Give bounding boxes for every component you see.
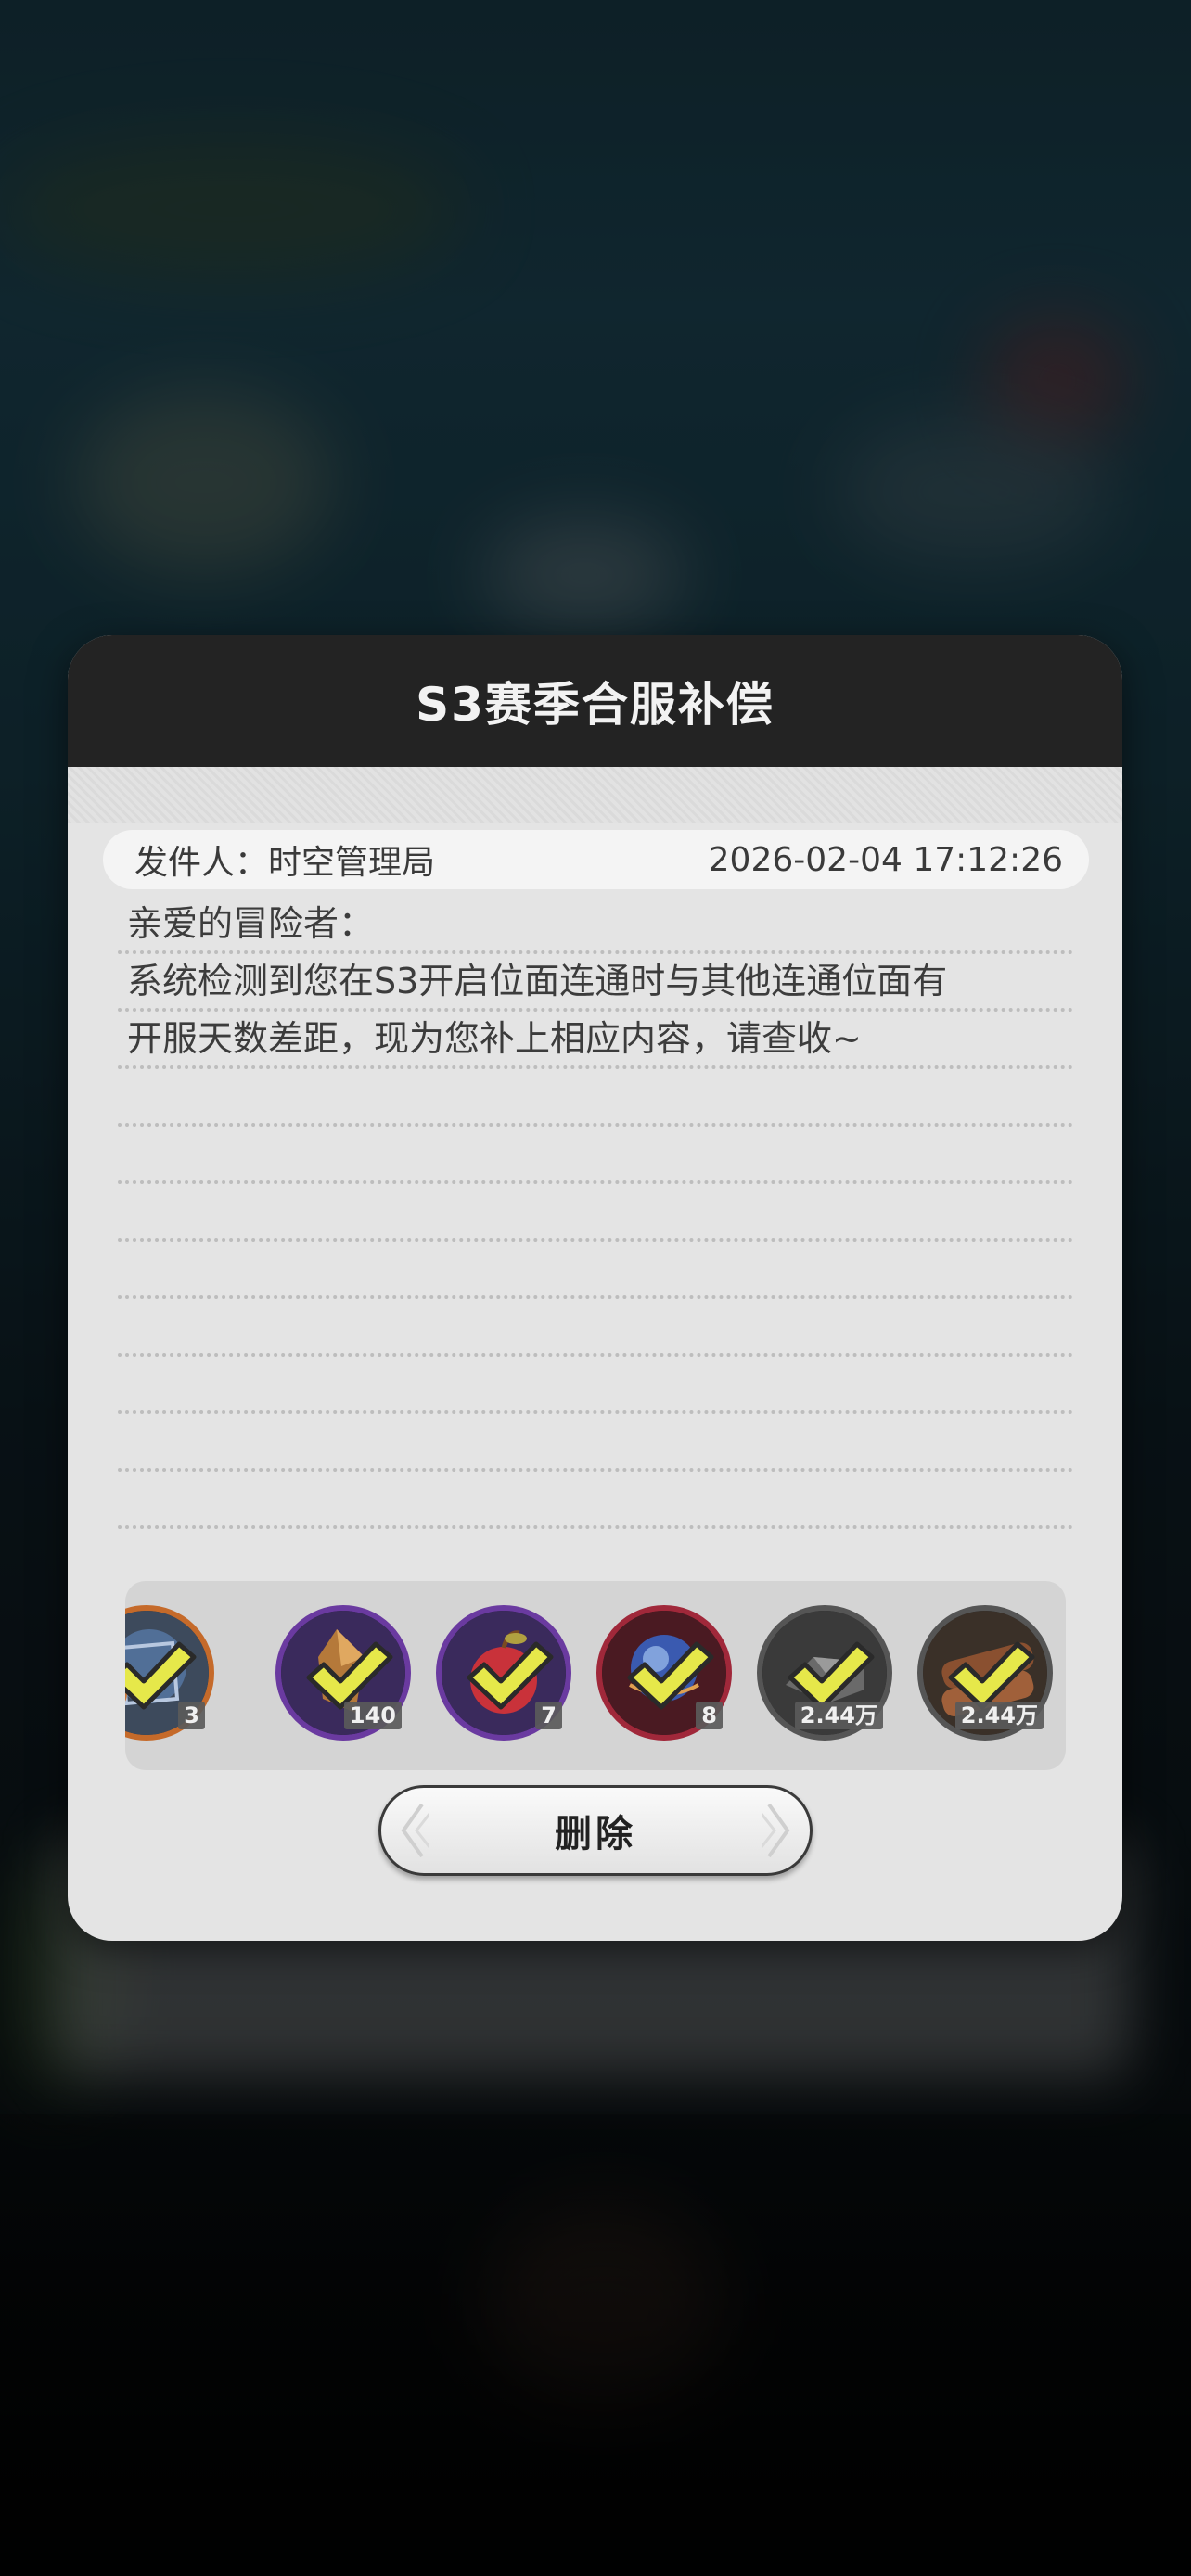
body-line xyxy=(118,1069,1073,1127)
game-screen: S3赛季合服补偿 发件人： 时空管理局 2026-02-04 17:12:26 … xyxy=(0,0,1191,2576)
reward-item[interactable]: 140 xyxy=(275,1605,411,1741)
delete-button[interactable]: 删除 xyxy=(378,1785,813,1876)
reward-item[interactable]: 3 xyxy=(125,1605,214,1741)
body-line: 亲爱的冒险者： xyxy=(118,897,1073,954)
mail-body: 亲爱的冒险者： 系统检测到您在S3开启位面连通时与其他连通位面有 开服天数差距，… xyxy=(118,897,1073,1529)
button-deco-left-icon xyxy=(401,1803,429,1858)
rewards-tray[interactable]: 3 140 7 8 2.44万 2.44万 xyxy=(125,1581,1066,1770)
mail-dialog: S3赛季合服补偿 发件人： 时空管理局 2026-02-04 17:12:26 … xyxy=(68,635,1122,1941)
sender-label: 发件人： xyxy=(134,844,269,882)
reward-item[interactable]: 2.44万 xyxy=(757,1605,892,1741)
sent-timestamp: 2026-02-04 17:12:26 xyxy=(708,840,1063,879)
button-deco-right-icon xyxy=(762,1803,790,1858)
sender-name: 时空管理局 xyxy=(268,844,436,882)
reward-count: 7 xyxy=(535,1702,562,1729)
body-line xyxy=(118,1414,1073,1472)
body-line xyxy=(118,1357,1073,1414)
dialog-header: S3赛季合服补偿 xyxy=(68,635,1122,767)
reward-count: 140 xyxy=(343,1702,402,1729)
body-line: 开服天数差距，现为您补上相应内容，请查收~ xyxy=(118,1012,1073,1069)
body-line xyxy=(118,1472,1073,1529)
header-texture xyxy=(68,767,1122,823)
reward-item[interactable]: 7 xyxy=(436,1605,571,1741)
sender-bar: 发件人： 时空管理局 2026-02-04 17:12:26 xyxy=(103,830,1089,889)
body-line xyxy=(118,1242,1073,1299)
body-line: 系统检测到您在S3开启位面连通时与其他连通位面有 xyxy=(118,954,1073,1012)
delete-button-label: 删除 xyxy=(555,1813,636,1855)
body-line xyxy=(118,1299,1073,1357)
reward-count: 2.44万 xyxy=(794,1702,883,1729)
reward-item[interactable]: 8 xyxy=(596,1605,732,1741)
reward-count: 3 xyxy=(178,1702,205,1729)
reward-count: 8 xyxy=(696,1702,723,1729)
reward-item[interactable]: 2.44万 xyxy=(917,1605,1053,1741)
body-line xyxy=(118,1184,1073,1242)
reward-count: 2.44万 xyxy=(954,1702,1044,1729)
mail-title: S3赛季合服补偿 xyxy=(416,678,775,732)
body-line xyxy=(118,1127,1073,1184)
sender: 发件人： 时空管理局 xyxy=(134,835,435,884)
